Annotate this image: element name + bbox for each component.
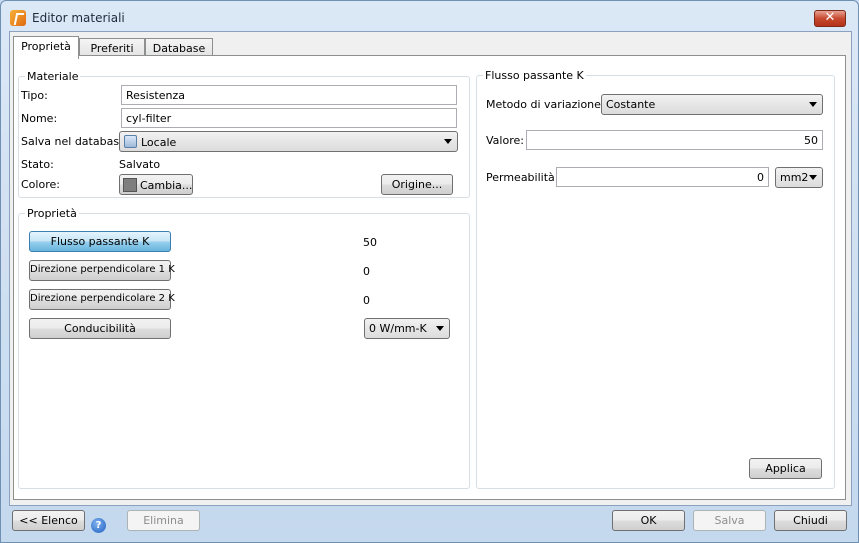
database-icon [124, 135, 137, 148]
tipo-label: Tipo: [21, 89, 48, 102]
conducibilita-select[interactable]: 0 W/mm-K [364, 318, 450, 339]
direzione-perpendicolare-1-value: 0 [363, 265, 370, 278]
materiale-group: Materiale Tipo: Resistenza Nome: cyl-fil… [18, 70, 470, 198]
tab-panel-proprieta: Materiale Tipo: Resistenza Nome: cyl-fil… [13, 55, 846, 500]
chevron-down-icon [809, 175, 817, 180]
stato-value: Salvato [119, 158, 161, 171]
ok-button[interactable]: OK [612, 510, 685, 531]
colore-label: Colore: [21, 178, 60, 191]
direzione-perpendicolare-1-button[interactable]: Direzione perpendicolare 1 K [29, 260, 175, 281]
permeabilita-label: Permeabilità: [486, 171, 559, 184]
stato-label: Stato: [21, 158, 54, 171]
chevron-down-icon [436, 326, 444, 331]
elenco-button[interactable]: << Elenco [12, 510, 85, 531]
cambia-colore-button[interactable]: Cambia... [119, 174, 193, 195]
applica-button[interactable]: Applica [749, 458, 822, 479]
dialog-client: Proprietà Preferiti Database Materiale T… [9, 31, 852, 506]
tipo-field[interactable]: Resistenza [121, 85, 457, 105]
metodo-variazione-label: Metodo di variazione: [486, 98, 605, 111]
permeabilita-unit-value: mm2 [780, 171, 809, 184]
permeabilita-field[interactable]: 0 [556, 167, 769, 187]
flusso-passante-group: Flusso passante K Metodo di variazione: … [476, 69, 835, 489]
valore-field[interactable]: 50 [526, 130, 823, 150]
metodo-variazione-value: Costante [606, 98, 656, 111]
origine-button[interactable]: Origine... [381, 174, 453, 195]
elimina-button[interactable]: Elimina [127, 510, 200, 531]
nome-label: Nome: [21, 112, 58, 125]
nome-field[interactable]: cyl-filter [121, 108, 457, 128]
conducibilita-value: 0 W/mm-K [369, 322, 427, 335]
direzione-perpendicolare-2-button[interactable]: Direzione perpendicolare 2 K [29, 289, 175, 310]
salva-database-value: Locale [141, 136, 177, 149]
dialog-footer: << Elenco ? Elimina OK Salva Chiudi [1, 506, 858, 542]
help-icon[interactable]: ? [91, 518, 106, 533]
conducibilita-button[interactable]: Conducibilità [29, 318, 171, 339]
salva-button[interactable]: Salva [693, 510, 766, 531]
salva-database-label: Salva nel database: [21, 135, 130, 148]
proprieta-group-title: Proprietà [25, 207, 79, 220]
close-icon: ✕ [824, 10, 836, 25]
flusso-passante-group-title: Flusso passante K [483, 69, 586, 82]
color-swatch [123, 178, 137, 192]
chiudi-button[interactable]: Chiudi [774, 510, 847, 531]
flusso-passante-k-button[interactable]: Flusso passante K [29, 231, 171, 252]
permeabilita-unit-select[interactable]: mm2 [775, 167, 823, 188]
materiale-group-title: Materiale [25, 70, 81, 83]
valore-label: Valore: [486, 134, 524, 147]
app-logo-icon [10, 10, 26, 26]
close-window-button[interactable]: ✕ [814, 10, 846, 27]
window-title: Editor materiali [32, 11, 125, 25]
tab-proprieta[interactable]: Proprietà [13, 36, 79, 59]
metodo-variazione-select[interactable]: Costante [601, 94, 823, 115]
editor-window: Editor materiali ✕ Proprietà Preferiti D… [0, 0, 859, 543]
proprieta-group: Proprietà Flusso passante K 50 Direzione… [18, 207, 470, 489]
direzione-perpendicolare-2-value: 0 [363, 294, 370, 307]
title-bar: Editor materiali ✕ [1, 1, 858, 31]
flusso-passante-k-value: 50 [363, 236, 377, 249]
cambia-label: Cambia... [140, 179, 193, 192]
chevron-down-icon [444, 139, 452, 144]
salva-database-select[interactable]: Locale [119, 131, 458, 152]
chevron-down-icon [809, 102, 817, 107]
